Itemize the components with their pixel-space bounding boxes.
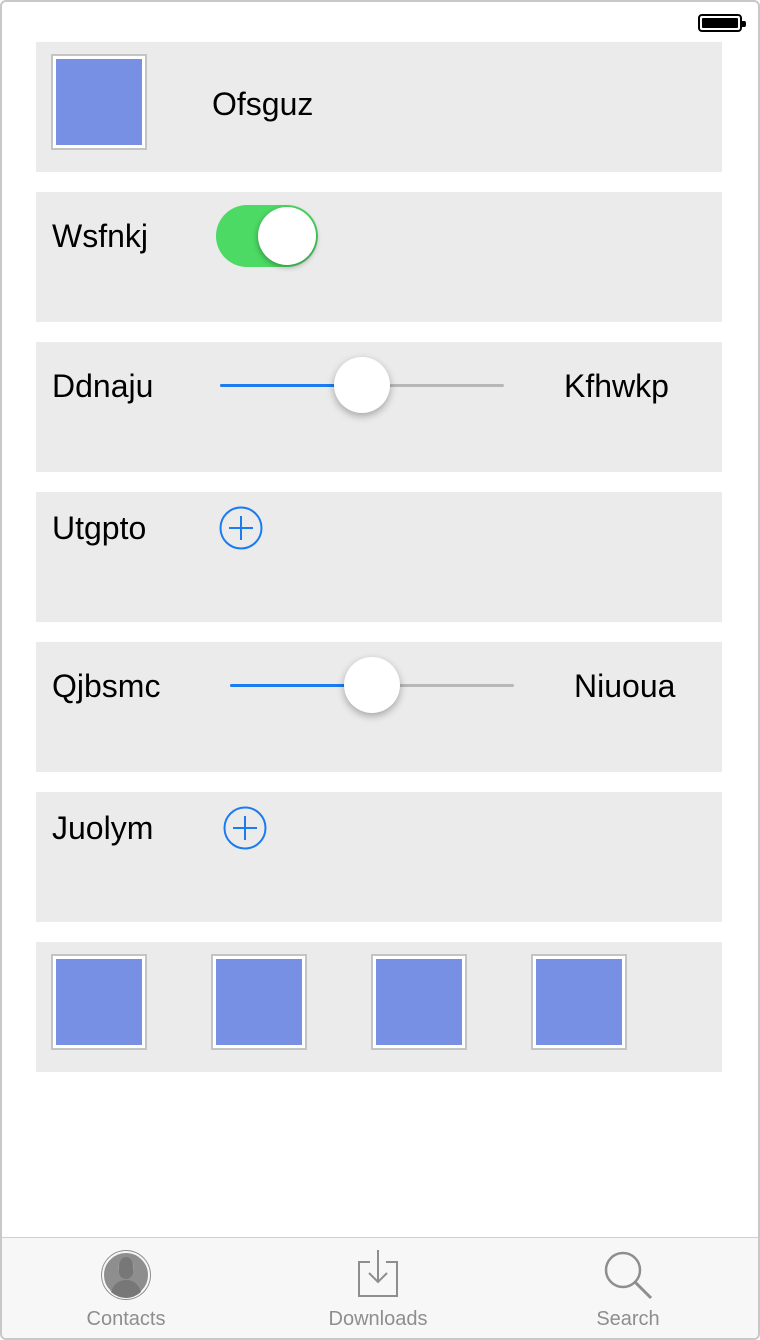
slider[interactable] [220,357,504,413]
toggle-switch[interactable] [216,205,318,267]
slider-max-label: Niuoua [574,668,676,704]
image-label-row: Ofsguz [36,42,722,172]
download-tray-icon [358,1250,398,1297]
slider-min-label: Ddnaju [52,368,154,404]
image-thumbnail[interactable] [211,954,307,1050]
slider-max-label: Kfhwkp [564,368,669,404]
add-row: Juolym [36,792,722,922]
slider-row: Ddnaju Kfhwkp [36,342,722,472]
add-label: Utgpto [52,510,147,546]
image-thumbnail[interactable] [51,954,147,1050]
phone-screen: Ofsguz Wsfnkj Ddnaju Kfhwkp Utgpto Qjbsm… [0,0,760,1340]
plus-circle-icon[interactable] [223,806,267,850]
slider-row: Qjbsmc Niuoua [36,642,722,772]
contacts-person-icon [101,1250,151,1300]
slider-min-label: Qjbsmc [52,668,161,704]
image-label: Ofsguz [212,86,314,122]
tab-label: Downloads [328,1308,428,1330]
image-thumbnail[interactable] [531,954,627,1050]
image-grid-row [36,942,722,1072]
add-label: Juolym [52,810,154,846]
tab-contacts[interactable]: Contacts [26,1238,226,1338]
add-row: Utgpto [36,492,722,622]
image-thumbnail[interactable] [371,954,467,1050]
image-thumbnail[interactable] [51,54,147,150]
tab-label: Search [596,1308,660,1330]
battery-full-icon [698,14,746,32]
toggle-row: Wsfnkj [36,192,722,322]
tab-downloads[interactable]: Downloads [278,1238,478,1338]
tab-bar: Contacts Downloads Search [2,1237,758,1338]
tab-label: Contacts [86,1308,166,1330]
slider[interactable] [230,657,514,713]
plus-circle-icon[interactable] [219,506,263,550]
toggle-label: Wsfnkj [52,218,148,254]
tab-search[interactable]: Search [528,1238,728,1338]
search-icon [604,1251,653,1300]
